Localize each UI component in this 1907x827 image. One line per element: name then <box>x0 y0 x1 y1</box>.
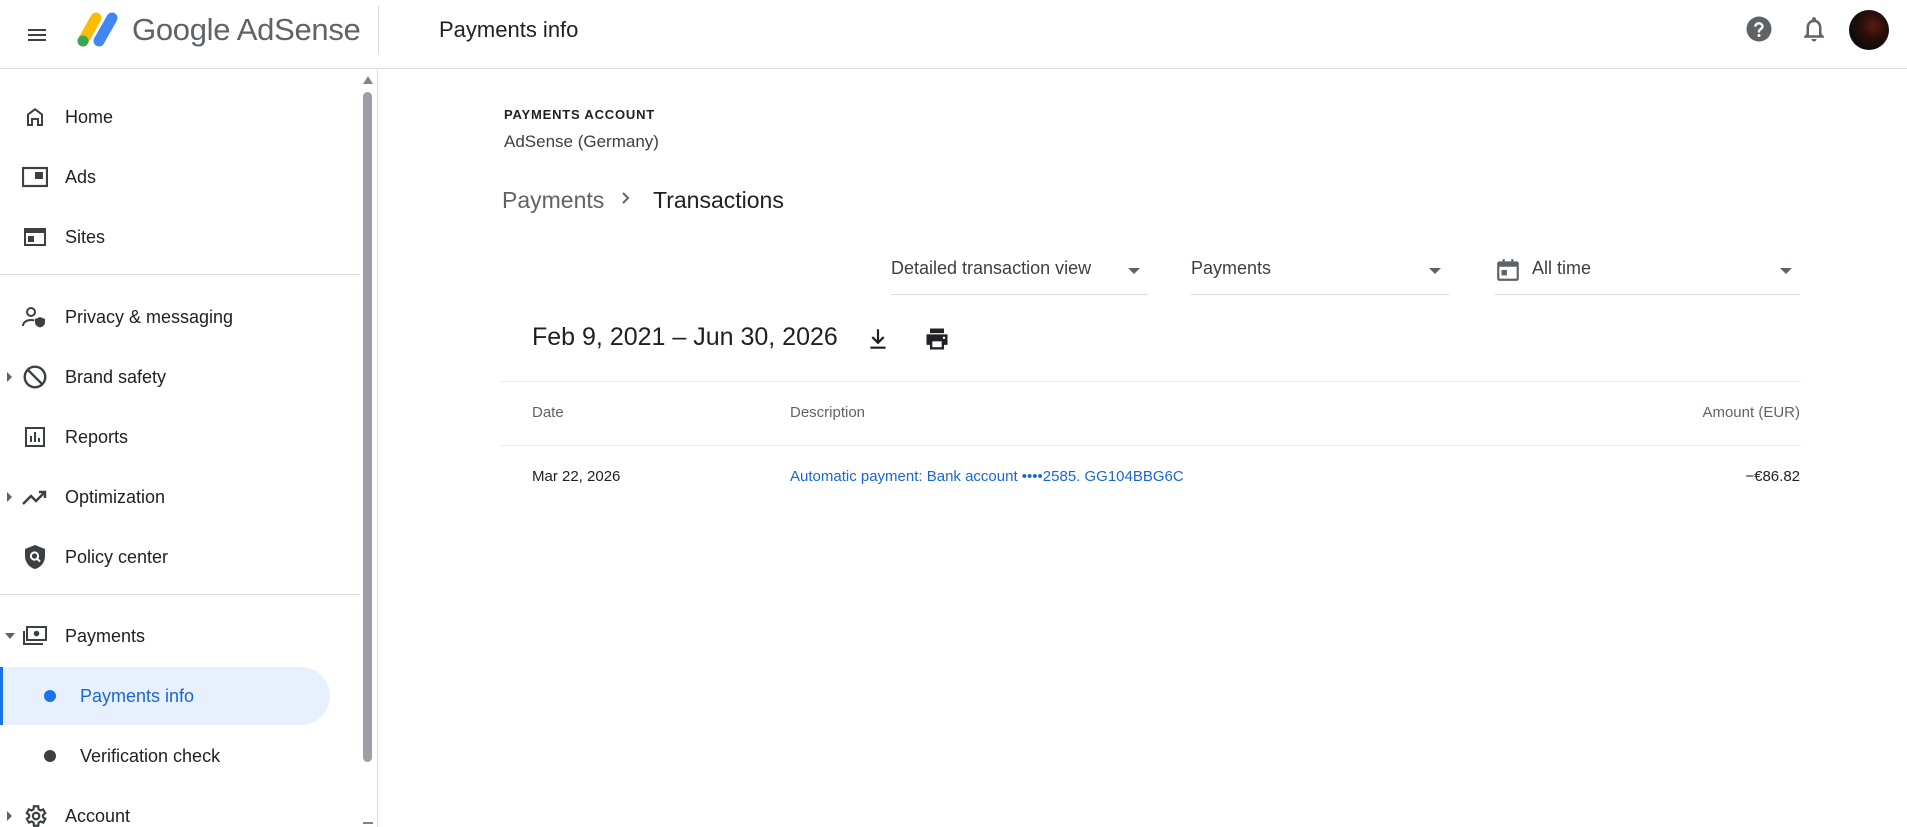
scroll-down-arrow-icon[interactable] <box>363 822 373 824</box>
sidebar-item-policy-center[interactable]: Policy center <box>0 528 330 586</box>
bullet-dot-icon <box>44 750 56 762</box>
date-range-heading: Feb 9, 2021 – Jun 30, 2026 <box>532 323 838 351</box>
table-row-divider <box>501 445 1801 446</box>
print-icon[interactable] <box>920 322 954 356</box>
notifications-bell-icon[interactable] <box>1799 14 1829 44</box>
sidebar-item-brand-safety[interactable]: Brand safety <box>0 348 330 406</box>
select-value: Detailed transaction view <box>891 258 1092 278</box>
sites-icon <box>22 224 48 250</box>
sidebar-item-label: Payments <box>65 625 146 646</box>
bullet-dot-icon <box>44 690 56 702</box>
transaction-description-link[interactable]: Automatic payment: Bank account ••••2585… <box>790 468 1184 485</box>
scroll-up-arrow-icon[interactable] <box>363 76 373 84</box>
sidebar-divider <box>0 594 360 595</box>
column-header-description: Description <box>790 404 866 421</box>
payments-account-label: PAYMENTS ACCOUNT <box>504 107 655 122</box>
sidebar-divider <box>0 274 360 275</box>
account-avatar[interactable] <box>1849 10 1889 50</box>
expand-caret-icon <box>7 811 12 821</box>
calendar-icon <box>1495 257 1521 283</box>
brand-name: Google AdSense <box>132 12 361 47</box>
header-divider <box>378 6 379 54</box>
transaction-view-select[interactable]: Detailed transaction view <box>891 245 1148 295</box>
download-icon[interactable] <box>861 322 895 356</box>
sidebar-item-label: Brand safety <box>65 366 167 387</box>
sidebar-item-label: Home <box>65 106 114 127</box>
reports-icon <box>22 424 48 450</box>
chevron-right-icon <box>616 186 636 210</box>
column-header-amount: Amount (EUR) <box>1702 404 1800 421</box>
sidebar-subitem-verification-check[interactable]: Verification check <box>0 727 330 785</box>
expand-caret-icon <box>7 372 12 382</box>
sidebar-item-label: Account <box>65 805 131 826</box>
dropdown-arrow-icon <box>1780 268 1792 274</box>
block-icon <box>22 364 48 390</box>
sidebar-nav: Home Ads Sites Privacy & messaging Brand… <box>0 70 378 827</box>
main-content: PAYMENTS ACCOUNT AdSense (Germany) Payme… <box>379 70 1907 827</box>
dropdown-arrow-icon <box>1429 268 1441 274</box>
table-cell-date: Mar 22, 2026 <box>532 468 621 485</box>
sidebar-item-account[interactable]: Account <box>0 787 330 827</box>
sidebar-item-label: Privacy & messaging <box>65 306 234 327</box>
sidebar-item-label: Ads <box>65 166 97 187</box>
collapse-caret-icon <box>5 633 15 639</box>
breadcrumb-current: Transactions <box>653 187 784 213</box>
adsense-logo-icon <box>75 9 120 49</box>
transaction-type-select[interactable]: Payments <box>1191 245 1449 295</box>
breadcrumb-payments-link[interactable]: Payments <box>502 187 604 214</box>
menu-icon[interactable] <box>20 18 54 52</box>
sidebar-item-payments[interactable]: Payments <box>0 607 330 665</box>
sidebar-item-label: Optimization <box>65 486 166 507</box>
column-header-date: Date <box>532 404 564 421</box>
sidebar-item-label: Policy center <box>65 546 169 567</box>
select-value: Payments <box>1191 258 1272 278</box>
table-top-divider <box>501 381 1801 382</box>
sidebar-item-home[interactable]: Home <box>0 88 330 146</box>
sidebar-item-privacy-messaging[interactable]: Privacy & messaging <box>0 288 330 346</box>
expand-caret-icon <box>7 492 12 502</box>
sidebar-subitem-label: Verification check <box>80 745 221 766</box>
payments-account-name: AdSense (Germany) <box>504 132 659 151</box>
date-range-select[interactable]: All time <box>1495 245 1800 295</box>
sidebar-item-sites[interactable]: Sites <box>0 208 330 266</box>
gear-icon <box>22 803 48 827</box>
sidebar-subitem-payments-info[interactable]: Payments info <box>0 667 330 725</box>
select-value: All time <box>1532 258 1592 278</box>
top-app-bar: Google AdSense Payments info <box>0 0 1907 69</box>
scrollbar-thumb[interactable] <box>363 92 372 762</box>
shield-search-icon <box>22 544 48 570</box>
trending-icon <box>22 484 48 510</box>
dropdown-arrow-icon <box>1128 268 1140 274</box>
sidebar-item-optimization[interactable]: Optimization <box>0 468 330 526</box>
sidebar-item-label: Reports <box>65 426 129 447</box>
sidebar-item-reports[interactable]: Reports <box>0 408 330 466</box>
privacy-icon <box>22 304 48 330</box>
ads-icon <box>22 164 48 190</box>
help-icon[interactable] <box>1744 14 1774 44</box>
table-cell-amount: −€86.82 <box>1745 468 1800 485</box>
sidebar-item-label: Sites <box>65 226 106 247</box>
page-title: Payments info <box>439 17 579 42</box>
payments-icon <box>22 623 48 649</box>
sidebar-subitem-label: Payments info <box>80 685 195 706</box>
sidebar-item-ads[interactable]: Ads <box>0 148 330 206</box>
home-icon <box>22 104 48 130</box>
